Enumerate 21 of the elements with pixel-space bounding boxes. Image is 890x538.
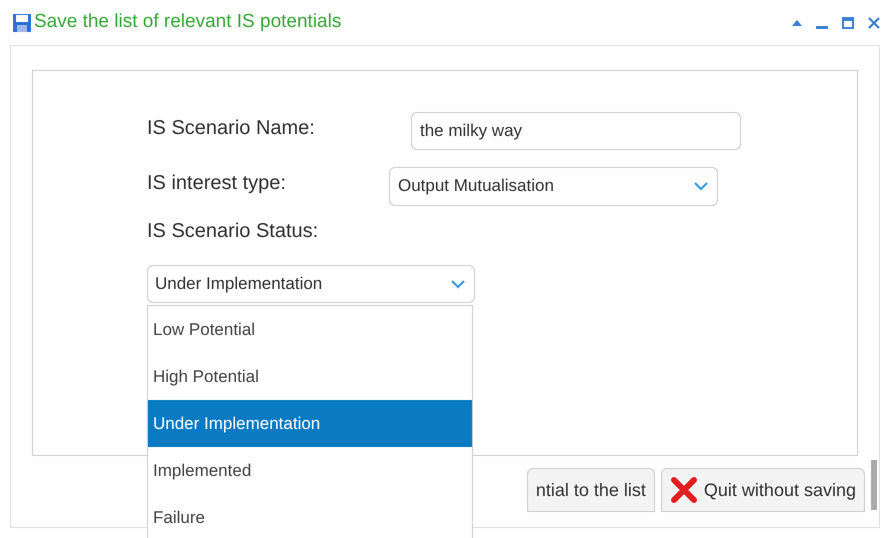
scrollbar[interactable] [871,460,877,510]
maximize-icon[interactable] [842,16,854,28]
quit-button[interactable]: Quit without saving [660,468,865,512]
save-button[interactable]: ntial to the list [526,468,655,512]
dropdown-option[interactable]: Implemented [148,447,472,494]
dropdown-option[interactable]: Low Potential [148,306,472,353]
dropdown-option[interactable]: Failure [148,494,472,538]
chevron-down-icon [450,279,466,289]
field-label: IS Scenario Name: [147,116,316,141]
close-icon [670,476,698,504]
chevron-down-icon [693,181,709,191]
interest-type-select[interactable]: Output Mutualisation [389,166,718,206]
collapse-icon[interactable] [792,18,802,26]
dropdown-option[interactable]: Under Implementation [148,400,472,447]
field-label: IS Scenario Status: [147,219,320,244]
window-title: Save the list of relevant IS potentials [34,10,342,34]
close-icon[interactable] [868,16,880,28]
field-label: IS interest type: [147,171,287,196]
name-field[interactable]: the milky way [411,112,741,150]
dropdown-option[interactable]: High Potential [148,353,472,400]
status-select[interactable]: Under Implementation [147,265,475,303]
